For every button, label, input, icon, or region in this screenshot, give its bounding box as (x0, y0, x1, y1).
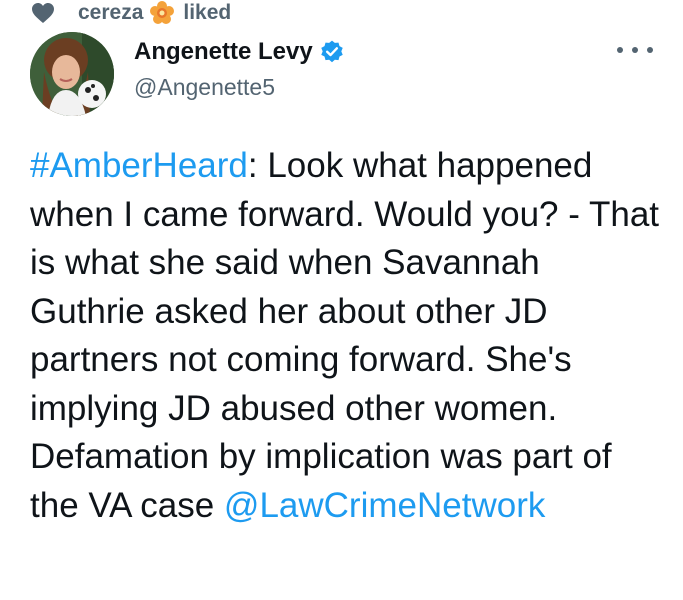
hashtag-link[interactable]: #AmberHeard (30, 146, 248, 185)
tweet-text: #AmberHeard: Look what happened when I c… (30, 142, 660, 530)
author-display-name[interactable]: Angenette Levy (134, 38, 313, 66)
dot-icon (617, 47, 623, 53)
mention-link[interactable]: @LawCrimeNetwork (224, 486, 545, 525)
avatar[interactable] (30, 32, 114, 116)
dot-icon (647, 47, 653, 53)
social-context: cereza liked (30, 0, 231, 26)
liker-name[interactable]: cereza (78, 1, 143, 25)
flower-badge-icon (150, 1, 175, 24)
verified-badge-icon (320, 40, 343, 63)
author-handle[interactable]: @Angenette5 (134, 74, 345, 101)
tweet-header: Angenette Levy @Angenette5 (134, 38, 345, 101)
tweet-main-text: : Look what happened when I came forward… (30, 146, 660, 525)
more-options-icon[interactable] (617, 40, 653, 60)
avatar-image (30, 32, 114, 116)
heart-icon (32, 3, 54, 23)
dot-icon (632, 47, 638, 53)
liked-label: liked (183, 1, 232, 24)
